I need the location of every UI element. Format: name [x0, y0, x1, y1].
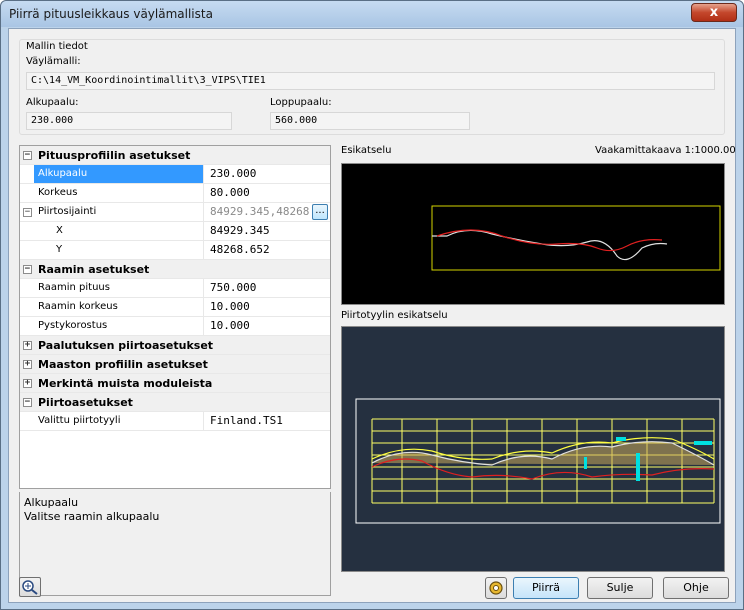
property-value[interactable]: 84929.345,48268.652	[206, 203, 312, 221]
preview-drawing	[431, 205, 721, 271]
description-title: Alkupaalu	[24, 496, 79, 509]
vaylamalli-label: Väylämalli:	[26, 56, 81, 67]
loppupaalu-label: Loppupaalu:	[270, 97, 332, 108]
property-value[interactable]: 10.000	[206, 317, 330, 335]
style-preview-canvas	[341, 326, 725, 572]
description-text: Valitse raamin alkupaalu	[24, 510, 160, 523]
alkupaalu-field: 230.000	[26, 112, 232, 130]
property-piirtosijainti[interactable]: − Piirtosijainti 84929.345,48268.652 ...	[20, 203, 330, 222]
ellipsis-button[interactable]: ...	[312, 204, 328, 220]
collapse-icon[interactable]: −	[23, 398, 32, 407]
sulje-button[interactable]: Sulje	[587, 577, 653, 599]
model-info-group: Mallin tiedot Väylämalli: C:\14_VM_Koord…	[19, 39, 725, 135]
property-piirtotyyli[interactable]: Valittu piirtotyyli Finland.TS1	[20, 412, 330, 431]
expand-icon[interactable]: +	[23, 341, 32, 350]
ohje-button[interactable]: Ohje	[663, 577, 729, 599]
property-name: Raamin korkeus	[34, 298, 204, 316]
preview-frame	[431, 205, 721, 271]
property-name: Pystykorostus	[34, 317, 204, 335]
category-piirtoasetukset[interactable]: − Piirtoasetukset	[20, 393, 330, 412]
window-title: Piirrä pituusleikkaus väylämallista	[9, 7, 213, 21]
collapse-icon[interactable]: −	[23, 265, 32, 274]
alkupaalu-label: Alkupaalu:	[26, 97, 79, 108]
category-merkinta[interactable]: + Merkintä muista moduleista	[20, 374, 330, 393]
property-value[interactable]: 750.000	[206, 279, 330, 297]
property-grid: − Pituusprofiilin asetukset Alkupaalu 23…	[19, 145, 331, 489]
scale-label: Vaakamittakaava 1:1000.00	[595, 145, 736, 156]
category-paalutus[interactable]: + Paalutuksen piirtoasetukset	[20, 336, 330, 355]
preview-label: Esikatselu	[341, 145, 392, 156]
property-value[interactable]: 84929.345	[206, 222, 330, 240]
property-alkupaalu[interactable]: Alkupaalu 230.000	[20, 165, 330, 184]
expand-icon[interactable]: +	[23, 379, 32, 388]
preview-canvas	[341, 163, 725, 305]
property-korkeus[interactable]: Korkeus 80.000	[20, 184, 330, 203]
property-name: Raamin pituus	[34, 279, 204, 297]
property-value[interactable]: 48268.652	[206, 241, 330, 259]
property-pystykorostus[interactable]: Pystykorostus 10.000	[20, 317, 330, 336]
vaylamalli-field: C:\14_VM_Koordinointimallit\3_VIPS\TIE1	[26, 72, 715, 90]
category-maasto[interactable]: + Maaston profiilin asetukset	[20, 355, 330, 374]
dialog-window: Piirrä pituusleikkaus väylämallista x Ma…	[0, 0, 744, 610]
expand-icon[interactable]: +	[23, 360, 32, 369]
property-x[interactable]: X 84929.345	[20, 222, 330, 241]
property-name: Valittu piirtotyyli	[34, 412, 204, 430]
title-bar[interactable]: Piirrä pituusleikkaus väylämallista x	[1, 1, 743, 27]
loppupaalu-field: 560.000	[270, 112, 470, 130]
preview-ground-line	[436, 229, 663, 252]
zoom-icon	[22, 580, 38, 595]
zoom-button[interactable]	[19, 577, 41, 597]
property-value[interactable]: 80.000	[206, 184, 330, 202]
category-pituusprofiili[interactable]: − Pituusprofiilin asetukset	[20, 146, 330, 165]
close-icon: x	[709, 5, 719, 20]
description-panel: Alkupaalu Valitse raamin alkupaalu	[19, 492, 331, 596]
property-name: Alkupaalu	[34, 165, 204, 183]
property-name: X	[34, 222, 204, 240]
preview-profile-line	[432, 229, 668, 261]
property-raamin-pituus[interactable]: Raamin pituus 750.000	[20, 279, 330, 298]
piirra-button[interactable]: Piirrä	[513, 577, 579, 599]
collapse-icon[interactable]: −	[23, 151, 32, 160]
dialog-client: Mallin tiedot Väylämalli: C:\14_VM_Koord…	[8, 28, 736, 603]
close-button[interactable]: x	[691, 3, 737, 22]
property-value[interactable]: 230.000	[206, 165, 330, 183]
property-value[interactable]: 10.000	[206, 298, 330, 316]
property-name: Piirtosijainti	[20, 203, 204, 221]
property-name: Korkeus	[34, 184, 204, 202]
property-value[interactable]: Finland.TS1	[206, 412, 330, 430]
category-raami[interactable]: − Raamin asetukset	[20, 260, 330, 279]
property-y[interactable]: Y 48268.652	[20, 241, 330, 260]
property-raamin-korkeus[interactable]: Raamin korkeus 10.000	[20, 298, 330, 317]
model-info-label: Mallin tiedot	[26, 41, 88, 52]
style-preview-drawing	[355, 398, 721, 524]
style-preview-label: Piirtotyylin esikatselu	[341, 310, 448, 321]
settings-button[interactable]	[485, 577, 507, 599]
property-name: Y	[34, 241, 204, 259]
settings-icon	[489, 581, 503, 595]
